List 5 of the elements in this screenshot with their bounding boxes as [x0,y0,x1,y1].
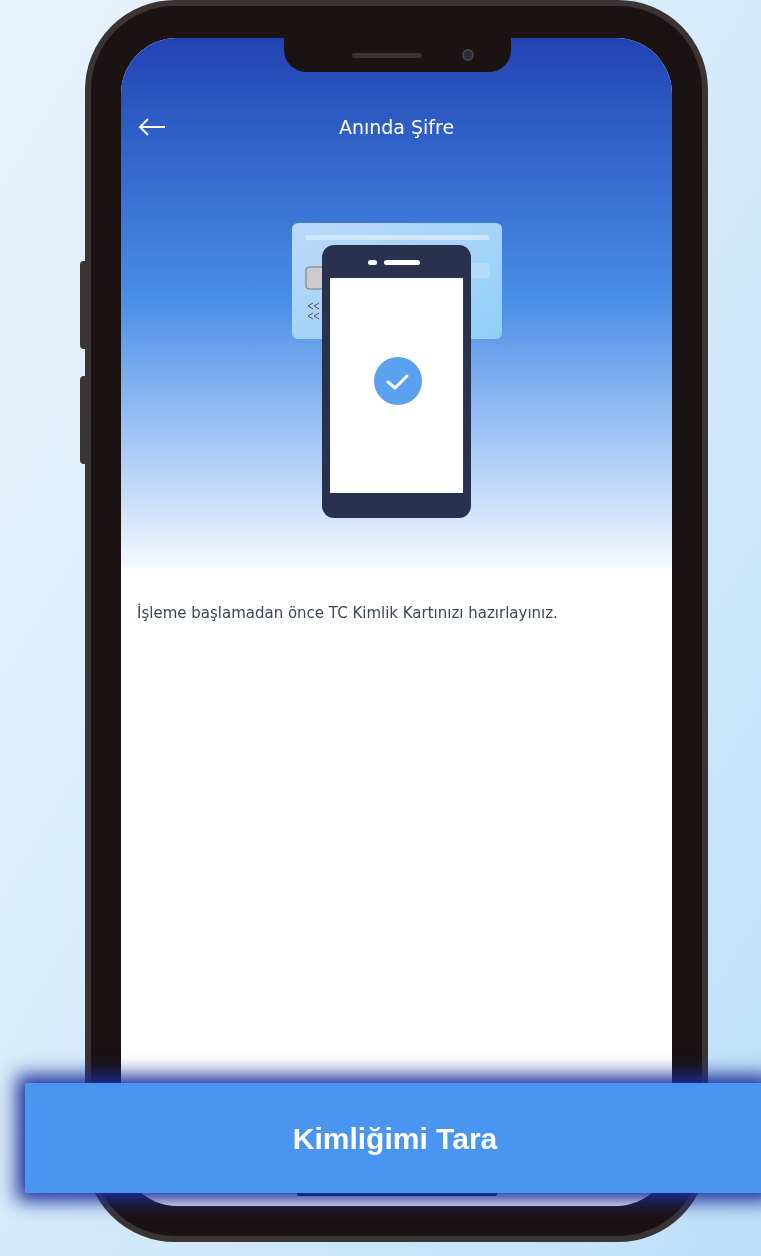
back-arrow-icon [138,117,166,137]
scan-id-button[interactable]: Kimliğimi Tara [25,1083,761,1193]
instruction-text: İşleme başlamadan önce TC Kimlik Kartınızı hazırlayınız. [136,602,559,624]
camera-icon [461,49,474,61]
screen-title: Anında Şifre [338,114,455,140]
